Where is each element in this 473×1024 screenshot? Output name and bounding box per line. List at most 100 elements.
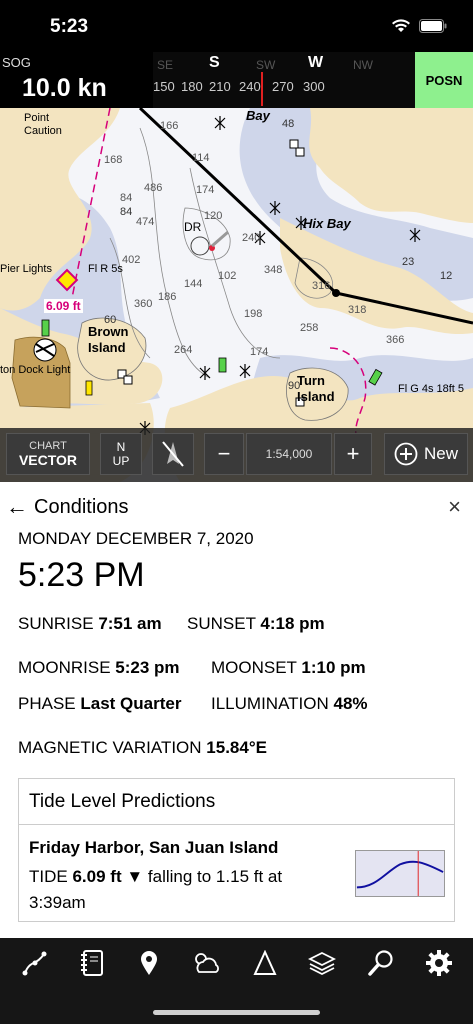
phase-label: PHASE (18, 694, 76, 713)
sunrise-label: SUNRISE (18, 614, 94, 633)
compass-dir-s: S (209, 54, 220, 71)
label-dock-light: ton Dock Light (0, 364, 71, 376)
instrument-bar: SOG 10.0 kn SE S SW W NW 150 180 210 240… (0, 52, 473, 108)
scale-display[interactable]: 1:54,000 (246, 433, 332, 475)
tide-value: 6.09 ft (72, 867, 122, 886)
tide-graph[interactable] (355, 850, 445, 897)
sog-display[interactable]: SOG 10.0 kn (0, 52, 153, 108)
nautical-chart[interactable]: Point Caution Bay Hix Bay Pier Lights Fl… (0, 108, 473, 482)
plus-circle-icon (394, 442, 418, 466)
sounding: 90 (288, 380, 301, 392)
label-fl-g: Fl G 4s 18ft 5 (398, 383, 465, 395)
sog-value: 10.0 kn (22, 74, 107, 102)
sail-icon[interactable] (250, 948, 280, 978)
sounding: 360 (134, 298, 153, 310)
status-icons (391, 18, 447, 33)
sounding: 366 (386, 334, 405, 346)
phase-value: Last Quarter (80, 694, 182, 713)
settings-icon[interactable] (424, 948, 454, 978)
posn-button[interactable]: POSN (415, 52, 473, 108)
sounding: 198 (244, 308, 263, 320)
sounding: 264 (174, 344, 193, 356)
label-turn-island: Turn Island (297, 373, 335, 404)
sounding: 186 (158, 291, 177, 303)
sunrise-value: 7:51 am (98, 614, 162, 633)
sounding: 402 (122, 254, 141, 266)
compass-tape[interactable]: SE S SW W NW 150 180 210 240 270 300 (153, 52, 415, 108)
sounding: 114 (192, 152, 210, 164)
sounding: 316 (312, 280, 331, 292)
route-icon[interactable] (20, 948, 50, 978)
chart-drawing (0, 108, 473, 482)
layers-icon[interactable] (307, 948, 337, 978)
conditions-date: MONDAY DECEMBER 7, 2020 (18, 529, 254, 548)
sounding: 60 (104, 314, 117, 326)
marker-icon[interactable] (134, 948, 164, 978)
sounding: 174 (196, 184, 215, 196)
sounding: 486 (144, 182, 163, 194)
heading-marker (261, 72, 263, 106)
panel-header: ← Conditions × (0, 492, 473, 522)
track-off-button[interactable] (152, 433, 194, 475)
illumination-value: 48% (333, 694, 368, 713)
sounding: 84 (120, 206, 133, 218)
sounding: 120 (204, 210, 223, 222)
moonrise-row: MOONRISE 5:23 pm (18, 658, 180, 678)
sounding: 348 (264, 264, 283, 276)
compass-dir-sw: SW (256, 58, 276, 72)
new-button[interactable]: New (384, 433, 468, 475)
label-bay: Bay (246, 108, 270, 123)
sounding: 168 (104, 154, 123, 166)
home-indicator[interactable] (153, 1010, 320, 1015)
sounding: 102 (218, 270, 237, 282)
label-dr: DR (184, 220, 202, 234)
zoom-in-button[interactable]: + (334, 433, 372, 475)
wifi-icon (392, 19, 410, 32)
conditions-panel: ← Conditions × MONDAY DECEMBER 7, 2020 5… (0, 482, 473, 938)
north-up-button[interactable]: N UP (100, 433, 142, 475)
sounding: 318 (348, 304, 367, 316)
sunrise-row: SUNRISE 7:51 am (18, 614, 162, 634)
tide-station-label[interactable]: 6.09 ft (44, 299, 83, 313)
compass-deg: 210 (209, 79, 231, 94)
battery-icon (419, 18, 447, 33)
conditions-time: 5:23 PM (18, 556, 145, 594)
zoom-out-button[interactable]: − (204, 433, 244, 475)
tide-station: Friday Harbor, San Juan Island (29, 838, 279, 857)
status-bar: 5:23 (0, 0, 473, 52)
status-time: 5:23 (50, 16, 89, 37)
moonrise-label: MOONRISE (18, 658, 111, 677)
label-pier-lights: Pier Lights (0, 263, 52, 275)
label-fl-r: Fl R 5s (88, 263, 123, 275)
logbook-icon[interactable] (77, 948, 107, 978)
chart-value: VECTOR (18, 452, 78, 468)
sounding: 12 (440, 270, 453, 282)
close-icon[interactable]: × (448, 494, 461, 520)
compass-deg: 240 (239, 79, 261, 94)
magvar-value: 15.84°E (206, 738, 267, 757)
back-arrow-icon[interactable]: ← (6, 494, 28, 520)
sunset-value: 4:18 pm (260, 614, 325, 633)
moonset-label: MOONSET (211, 658, 297, 677)
sunset-row: SUNSET 4:18 pm (187, 614, 325, 634)
magvar-row: MAGNETIC VARIATION 15.84°E (18, 738, 267, 758)
compass-deg: 180 (181, 79, 203, 94)
phase-row: PHASE Last Quarter (18, 694, 181, 714)
label-point-caution: Point Caution (24, 112, 62, 137)
label-hix-bay: Hix Bay (303, 216, 351, 231)
tide-predictions-card[interactable]: Tide Level Predictions Friday Harbor, Sa… (18, 778, 455, 922)
compass-dir-se: SE (157, 58, 174, 72)
moonrise-value: 5:23 pm (115, 658, 180, 677)
new-label: New (423, 444, 458, 463)
sounding: 144 (184, 278, 203, 290)
panel-title: Conditions (34, 496, 129, 518)
map-toolbar: CHART VECTOR N UP − 1:54,000 + New (0, 428, 473, 482)
illumination-row: ILLUMINATION 48% (211, 694, 368, 714)
sounding: 23 (402, 256, 415, 268)
sounding: 48 (282, 118, 295, 130)
search-icon[interactable] (366, 948, 396, 978)
compass-dir-nw: NW (353, 58, 373, 72)
weather-icon[interactable] (191, 948, 221, 978)
compass-dir-w: W (308, 54, 324, 71)
chart-type-button[interactable]: CHART VECTOR (6, 433, 90, 475)
